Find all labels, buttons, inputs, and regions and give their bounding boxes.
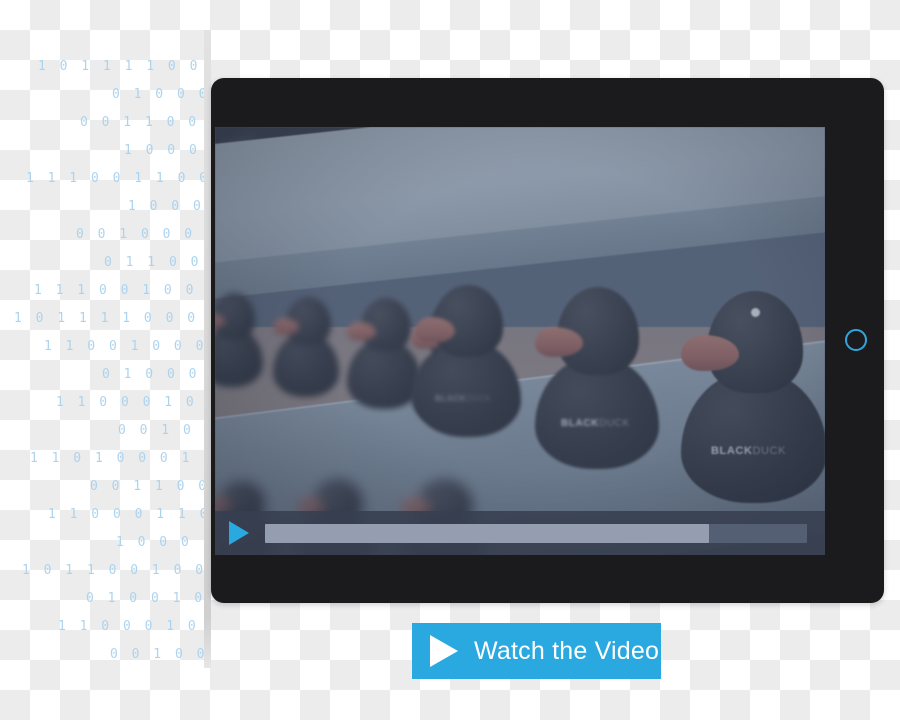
binary-row: 1 0 0 0 1 0 0 0 [116, 535, 210, 550]
duck-near-2: BLACKDUCK [681, 289, 825, 503]
watch-video-label: Watch the Video [474, 636, 660, 665]
binary-row: 1 1 0 0 0 1 1 0 0 0 1 0 1 [48, 507, 210, 522]
binary-row: 0 0 1 1 0 0 0 1 0 0 0 1 [80, 115, 210, 130]
duck-mid-2: BLACKDUCK [415, 285, 521, 437]
duck-near-1: BLACKDUCK [535, 285, 659, 469]
binary-code-decoration: 1 0 1 1 1 1 0 0 0 1 1 0 0 1 0 1 0 0 0 1 0… [0, 48, 210, 658]
duck-far-3 [347, 297, 421, 409]
vertical-divider-rule [204, 30, 211, 668]
watch-video-button[interactable]: Watch the Video [412, 623, 661, 679]
duck-far-1 [215, 291, 263, 387]
binary-row: 1 1 0 0 0 1 0 0 0 1 0 1 [56, 395, 210, 410]
play-triangle-icon [430, 635, 458, 667]
binary-row: 1 1 1 0 0 1 1 0 0 0 1 0 0 0 0 [26, 171, 210, 186]
binary-row: 1 0 1 1 1 1 0 0 0 1 1 0 0 1 [38, 59, 210, 74]
video-progress-fill [265, 523, 710, 543]
binary-row: 1 1 1 0 0 1 0 0 0 1 0 0 0 1 [34, 283, 210, 298]
binary-row: 1 0 1 1 1 1 0 0 0 1 0 0 0 1 0 [14, 311, 210, 326]
binary-row: 0 1 0 0 0 1 0 0 0 [112, 87, 210, 102]
binary-row: 0 0 1 0 0 0 1 1 [118, 423, 210, 438]
duck-far-2 [273, 295, 339, 397]
video-control-bar [215, 511, 825, 555]
duck-brand-mark: BLACKDUCK [435, 394, 492, 403]
video-progress-bar[interactable] [265, 523, 807, 543]
duck-brand-mark: BLACKDUCK [561, 418, 630, 429]
binary-row: 1 0 1 1 0 0 1 0 0 0 1 0 0 1 0 [22, 563, 210, 578]
screenshot-stage: 1 0 1 1 1 1 0 0 0 1 1 0 0 1 0 1 0 0 0 1 0… [0, 0, 900, 720]
binary-row: 1 1 0 0 1 0 0 0 1 0 0 1 0 0 [44, 339, 210, 354]
binary-row: 1 1 0 1 0 0 0 1 0 0 1 0 0 0 [30, 451, 210, 466]
home-button[interactable] [845, 328, 867, 351]
binary-row: 0 1 0 0 1 0 0 0 1 0 [86, 591, 210, 606]
binary-row: 0 0 1 0 0 0 1 0 [110, 647, 210, 658]
tablet-screen: BLACKDUCK BLACKDUCK BLACKDUCK [215, 127, 825, 555]
binary-row: 0 0 1 1 0 0 0 1 0 1 [90, 479, 210, 494]
tablet-device: BLACKDUCK BLACKDUCK BLACKDUCK [211, 78, 884, 603]
duck-brand-mark: BLACKDUCK [711, 445, 787, 457]
play-button[interactable] [229, 521, 249, 545]
binary-row: 0 0 1 0 0 0 1 0 0 0 1 [76, 227, 210, 242]
binary-row: 1 1 0 0 0 1 0 0 0 1 0 0 [58, 619, 210, 634]
binary-row: 1 0 0 0 1 0 0 1 [124, 143, 210, 158]
video-still-image: BLACKDUCK BLACKDUCK BLACKDUCK [215, 127, 825, 555]
binary-row: 1 0 0 0 1 0 0 0 [128, 199, 210, 214]
binary-row: 0 1 0 0 0 1 0 0 0 [102, 367, 210, 382]
binary-row: 0 1 1 0 0 0 1 1 0 0 1 [104, 255, 210, 270]
